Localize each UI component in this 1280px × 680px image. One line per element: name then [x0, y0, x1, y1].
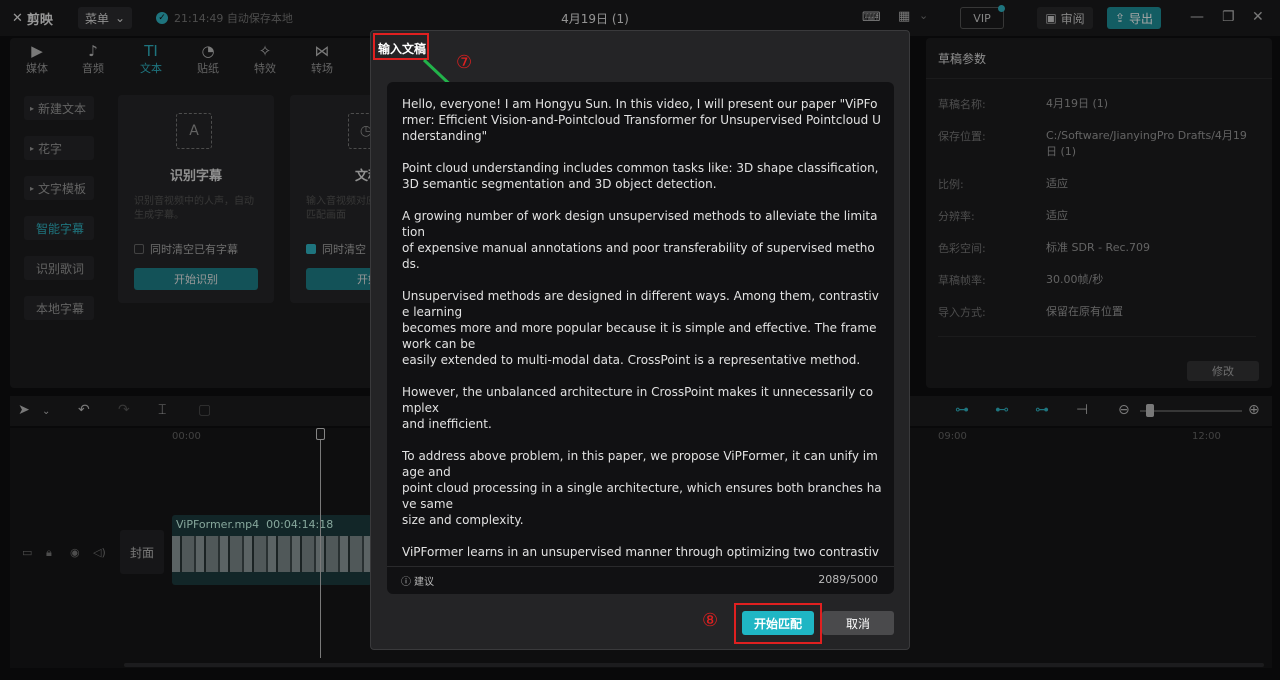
help-icon: ⓘ — [401, 577, 411, 588]
character-counter: 2089/5000 — [818, 573, 878, 586]
divider — [387, 566, 894, 567]
start-match-button[interactable]: 开始匹配 — [742, 611, 814, 635]
cancel-button[interactable]: 取消 — [822, 611, 894, 635]
annotation-step-number: ⑧ — [702, 610, 719, 631]
suggestion-label: 建议 — [414, 577, 434, 588]
suggestion-link[interactable]: ⓘ 建议 — [401, 573, 434, 588]
script-text: Hello, everyone! I am Hongyu Sun. In thi… — [402, 97, 882, 562]
